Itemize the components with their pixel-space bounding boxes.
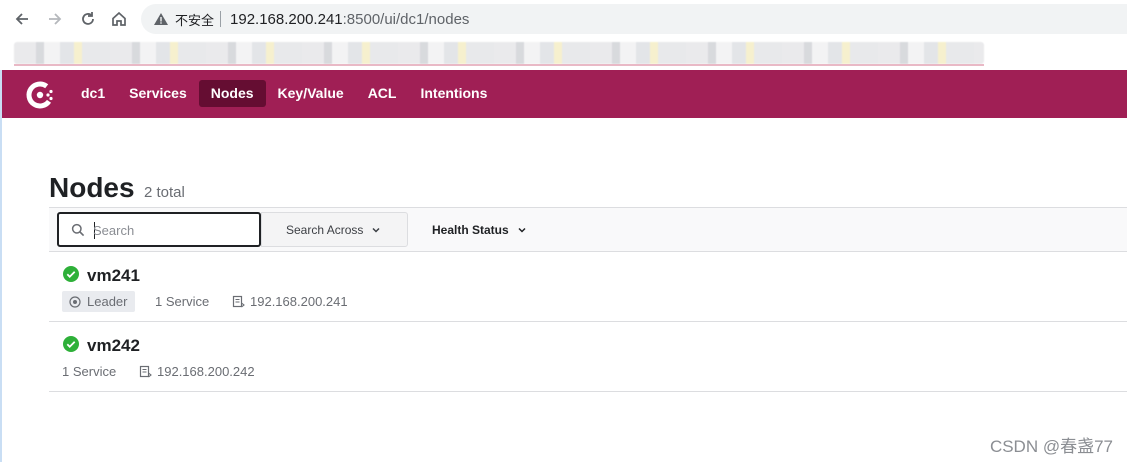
search-field[interactable] bbox=[57, 212, 261, 247]
browser-toolbar: 不安全 192.168.200.241 :8500/ui/dc1/nodes bbox=[0, 0, 1127, 38]
page-title: Nodes bbox=[49, 172, 135, 203]
address-bar[interactable]: 不安全 192.168.200.241 :8500/ui/dc1/nodes bbox=[141, 4, 1127, 34]
main-nav: dc1 Services Nodes Key/Value ACL Intenti… bbox=[69, 80, 499, 107]
search-input[interactable] bbox=[93, 220, 253, 240]
leader-label: Leader bbox=[87, 294, 128, 309]
blurred-bookmarks-underline bbox=[14, 64, 984, 66]
back-button[interactable] bbox=[10, 7, 34, 31]
node-row[interactable]: vm241 Leader 1 Service 192.168.200.241 bbox=[49, 252, 1127, 322]
arrow-right-icon bbox=[49, 13, 62, 25]
arrow-left-icon bbox=[15, 13, 28, 25]
node-row[interactable]: vm242 1 Service 192.168.200.242 bbox=[49, 322, 1127, 392]
chevron-down-icon bbox=[372, 227, 380, 233]
search-icon bbox=[71, 223, 85, 237]
watermark: CSDN @春盏77 bbox=[989, 437, 1113, 456]
health-status-dropdown[interactable]: Health Status bbox=[432, 212, 527, 247]
node-list: vm241 Leader 1 Service 192.168.200.241 v… bbox=[49, 252, 1127, 392]
node-name[interactable]: vm241 bbox=[87, 266, 140, 286]
service-count-label: 1 Service bbox=[62, 364, 117, 379]
node-address: 192.168.200.241 bbox=[232, 291, 348, 312]
nav-services[interactable]: Services bbox=[117, 80, 199, 107]
url-host: 192.168.200.241 bbox=[230, 10, 343, 28]
home-icon bbox=[112, 11, 126, 26]
window-edge bbox=[0, 70, 2, 462]
node-address-label: 192.168.200.242 bbox=[157, 364, 255, 379]
nav-key-value[interactable]: Key/Value bbox=[266, 80, 356, 107]
url-path: :8500/ui/dc1/nodes bbox=[342, 10, 470, 28]
bookmarks-bar bbox=[0, 38, 1127, 70]
search-across-label: Search Across bbox=[286, 222, 364, 237]
reload-button[interactable] bbox=[76, 7, 100, 31]
service-count: 1 Service bbox=[155, 291, 209, 312]
search-across-dropdown[interactable]: Search Across bbox=[261, 212, 408, 247]
home-button[interactable] bbox=[107, 7, 131, 31]
leader-badge: Leader bbox=[62, 291, 136, 312]
blurred-bookmarks bbox=[14, 42, 984, 64]
filter-bar: Search Across Health Status bbox=[49, 207, 1127, 252]
passing-check-icon bbox=[63, 336, 79, 352]
service-count-label: 1 Service bbox=[155, 294, 210, 309]
reload-icon bbox=[82, 12, 94, 25]
consul-logo-icon[interactable] bbox=[24, 79, 56, 111]
forward-button[interactable] bbox=[43, 7, 67, 31]
nav-acl[interactable]: ACL bbox=[356, 80, 409, 107]
chevron-down-icon bbox=[518, 227, 526, 233]
service-count: 1 Service bbox=[62, 361, 116, 382]
page-count: 2 total bbox=[144, 184, 185, 201]
nav-intentions[interactable]: Intentions bbox=[408, 80, 499, 107]
nav-nodes[interactable]: Nodes bbox=[198, 80, 266, 107]
leader-icon bbox=[69, 295, 81, 308]
node-name[interactable]: vm242 bbox=[87, 336, 140, 356]
app-header: dc1 Services Nodes Key/Value ACL Intenti… bbox=[0, 70, 1127, 118]
node-address: 192.168.200.242 bbox=[139, 361, 255, 382]
insecure-label: 不安全 bbox=[175, 12, 215, 28]
address-icon bbox=[139, 365, 152, 378]
node-address-label: 192.168.200.241 bbox=[250, 294, 348, 309]
passing-check-icon bbox=[63, 266, 79, 282]
warning-icon bbox=[154, 13, 168, 25]
health-status-label: Health Status bbox=[432, 222, 509, 237]
address-icon bbox=[232, 295, 245, 308]
address-separator bbox=[220, 11, 222, 27]
nav-dc1[interactable]: dc1 bbox=[69, 80, 117, 107]
